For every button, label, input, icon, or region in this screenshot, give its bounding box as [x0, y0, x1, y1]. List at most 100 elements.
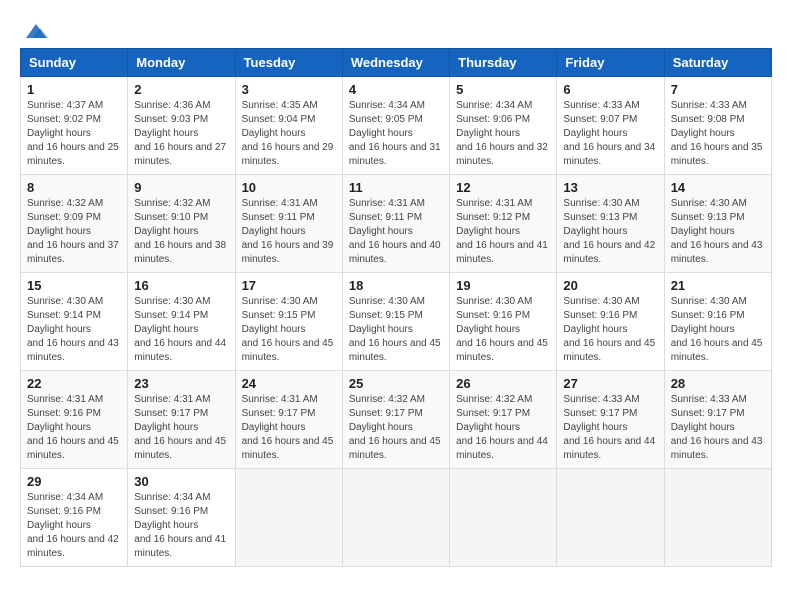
calendar-cell: 5 Sunrise: 4:34 AMSunset: 9:06 PMDaylight… [450, 77, 557, 175]
day-info: Sunrise: 4:33 AMSunset: 9:07 PMDaylight … [563, 99, 657, 169]
calendar-week-4: 22Sunrise: 4:31 AMSunset: 9:16 PMDayligh… [21, 371, 772, 469]
calendar-cell: 6 Sunrise: 4:33 AMSunset: 9:07 PMDaylight… [557, 77, 664, 175]
day-info: Sunrise: 4:30 AMSunset: 9:15 PMDaylight … [349, 295, 443, 365]
weekday-header-saturday: Saturday [664, 49, 771, 77]
day-info: Sunrise: 4:30 AMSunset: 9:13 PMDaylight … [671, 197, 765, 267]
calendar-cell: 7 Sunrise: 4:33 AMSunset: 9:08 PMDaylight… [664, 77, 771, 175]
calendar-cell [557, 469, 664, 567]
weekday-header-sunday: Sunday [21, 49, 128, 77]
day-info: Sunrise: 4:33 AMSunset: 9:17 PMDaylight … [671, 393, 765, 463]
weekday-header-wednesday: Wednesday [342, 49, 449, 77]
calendar-cell: 28 Sunrise: 4:33 AMSunset: 9:17 PMDayligh… [664, 371, 771, 469]
day-info: Sunrise: 4:34 AMSunset: 9:06 PMDaylight … [456, 99, 550, 169]
calendar-cell: 16 Sunrise: 4:30 AMSunset: 9:14 PMDayligh… [128, 273, 235, 371]
day-number: 3 [242, 82, 336, 97]
day-number: 16 [134, 278, 228, 293]
calendar-cell: 9Sunrise: 4:32 AMSunset: 9:10 PMDaylight… [128, 175, 235, 273]
day-number: 27 [563, 376, 657, 391]
day-number: 13 [563, 180, 657, 195]
calendar-cell: 3 Sunrise: 4:35 AMSunset: 9:04 PMDaylight… [235, 77, 342, 175]
calendar-cell: 17 Sunrise: 4:30 AMSunset: 9:15 PMDayligh… [235, 273, 342, 371]
calendar-cell: 15Sunrise: 4:30 AMSunset: 9:14 PMDayligh… [21, 273, 128, 371]
weekday-header-monday: Monday [128, 49, 235, 77]
day-info: Sunrise: 4:32 AMSunset: 9:17 PMDaylight … [456, 393, 550, 463]
calendar-cell: 25Sunrise: 4:32 AMSunset: 9:17 PMDayligh… [342, 371, 449, 469]
day-number: 23 [134, 376, 228, 391]
weekday-header-tuesday: Tuesday [235, 49, 342, 77]
calendar-cell: 12 Sunrise: 4:31 AMSunset: 9:12 PMDayligh… [450, 175, 557, 273]
calendar-cell: 1 Sunrise: 4:37 AMSunset: 9:02 PMDaylight… [21, 77, 128, 175]
day-info: Sunrise: 4:33 AMSunset: 9:17 PMDaylight … [563, 393, 657, 463]
day-number: 4 [349, 82, 443, 97]
calendar-cell: 19Sunrise: 4:30 AMSunset: 9:16 PMDayligh… [450, 273, 557, 371]
calendar-cell: 10 Sunrise: 4:31 AMSunset: 9:11 PMDayligh… [235, 175, 342, 273]
calendar-cell [664, 469, 771, 567]
day-info: Sunrise: 4:34 AMSunset: 9:05 PMDaylight … [349, 99, 443, 169]
day-info: Sunrise: 4:31 AMSunset: 9:12 PMDaylight … [456, 197, 550, 267]
day-number: 1 [27, 82, 121, 97]
day-info: Sunrise: 4:31 AMSunset: 9:16 PMDaylight … [27, 393, 121, 463]
day-number: 12 [456, 180, 550, 195]
page-header [20, 20, 772, 38]
calendar-week-2: 8 Sunrise: 4:32 AMSunset: 9:09 PMDaylight… [21, 175, 772, 273]
day-info: Sunrise: 4:36 AMSunset: 9:03 PMDaylight … [134, 99, 228, 169]
day-number: 17 [242, 278, 336, 293]
day-number: 18 [349, 278, 443, 293]
calendar-cell: 18 Sunrise: 4:30 AMSunset: 9:15 PMDayligh… [342, 273, 449, 371]
day-number: 14 [671, 180, 765, 195]
day-info: Sunrise: 4:34 AMSunset: 9:16 PMDaylight … [27, 491, 121, 561]
day-info: Sunrise: 4:31 AMSunset: 9:17 PMDaylight … [242, 393, 336, 463]
calendar-header-row: SundayMondayTuesdayWednesdayThursdayFrid… [21, 49, 772, 77]
day-info: Sunrise: 4:30 AMSunset: 9:13 PMDaylight … [563, 197, 657, 267]
day-info: Sunrise: 4:37 AMSunset: 9:02 PMDaylight … [27, 99, 121, 169]
day-number: 2 [134, 82, 228, 97]
calendar-cell: 20 Sunrise: 4:30 AMSunset: 9:16 PMDayligh… [557, 273, 664, 371]
day-info: Sunrise: 4:30 AMSunset: 9:15 PMDaylight … [242, 295, 336, 365]
day-info: Sunrise: 4:31 AMSunset: 9:11 PMDaylight … [242, 197, 336, 267]
day-number: 6 [563, 82, 657, 97]
calendar-cell: 8 Sunrise: 4:32 AMSunset: 9:09 PMDaylight… [21, 175, 128, 273]
calendar-cell: 30 Sunrise: 4:34 AMSunset: 9:16 PMDayligh… [128, 469, 235, 567]
day-number: 20 [563, 278, 657, 293]
calendar-cell: 14 Sunrise: 4:30 AMSunset: 9:13 PMDayligh… [664, 175, 771, 273]
day-number: 28 [671, 376, 765, 391]
calendar-cell: 26 Sunrise: 4:32 AMSunset: 9:17 PMDayligh… [450, 371, 557, 469]
logo-icon [22, 20, 50, 42]
day-info: Sunrise: 4:30 AMSunset: 9:14 PMDaylight … [27, 295, 121, 365]
calendar-cell: 21Sunrise: 4:30 AMSunset: 9:16 PMDayligh… [664, 273, 771, 371]
day-info: Sunrise: 4:34 AMSunset: 9:16 PMDaylight … [134, 491, 228, 561]
calendar-cell: 4 Sunrise: 4:34 AMSunset: 9:05 PMDaylight… [342, 77, 449, 175]
day-info: Sunrise: 4:33 AMSunset: 9:08 PMDaylight … [671, 99, 765, 169]
day-number: 19 [456, 278, 550, 293]
weekday-header-friday: Friday [557, 49, 664, 77]
day-number: 10 [242, 180, 336, 195]
day-info: Sunrise: 4:35 AMSunset: 9:04 PMDaylight … [242, 99, 336, 169]
day-number: 21 [671, 278, 765, 293]
calendar-cell: 11Sunrise: 4:31 AMSunset: 9:11 PMDayligh… [342, 175, 449, 273]
day-info: Sunrise: 4:32 AMSunset: 9:09 PMDaylight … [27, 197, 121, 267]
calendar-cell: 27 Sunrise: 4:33 AMSunset: 9:17 PMDayligh… [557, 371, 664, 469]
calendar-cell [342, 469, 449, 567]
day-number: 24 [242, 376, 336, 391]
calendar-cell: 2 Sunrise: 4:36 AMSunset: 9:03 PMDaylight… [128, 77, 235, 175]
day-number: 29 [27, 474, 121, 489]
day-number: 5 [456, 82, 550, 97]
calendar-cell: 22Sunrise: 4:31 AMSunset: 9:16 PMDayligh… [21, 371, 128, 469]
day-number: 25 [349, 376, 443, 391]
calendar-cell [450, 469, 557, 567]
day-info: Sunrise: 4:31 AMSunset: 9:17 PMDaylight … [134, 393, 228, 463]
day-info: Sunrise: 4:30 AMSunset: 9:16 PMDaylight … [563, 295, 657, 365]
calendar-week-5: 29 Sunrise: 4:34 AMSunset: 9:16 PMDayligh… [21, 469, 772, 567]
day-info: Sunrise: 4:31 AMSunset: 9:11 PMDaylight … [349, 197, 443, 267]
day-number: 30 [134, 474, 228, 489]
day-number: 7 [671, 82, 765, 97]
day-info: Sunrise: 4:32 AMSunset: 9:10 PMDaylight … [134, 197, 228, 267]
calendar-cell: 13 Sunrise: 4:30 AMSunset: 9:13 PMDayligh… [557, 175, 664, 273]
calendar-body: 1 Sunrise: 4:37 AMSunset: 9:02 PMDaylight… [21, 77, 772, 567]
day-number: 26 [456, 376, 550, 391]
calendar-table: SundayMondayTuesdayWednesdayThursdayFrid… [20, 48, 772, 567]
day-number: 8 [27, 180, 121, 195]
calendar-week-3: 15Sunrise: 4:30 AMSunset: 9:14 PMDayligh… [21, 273, 772, 371]
day-info: Sunrise: 4:30 AMSunset: 9:14 PMDaylight … [134, 295, 228, 365]
logo [20, 20, 50, 38]
